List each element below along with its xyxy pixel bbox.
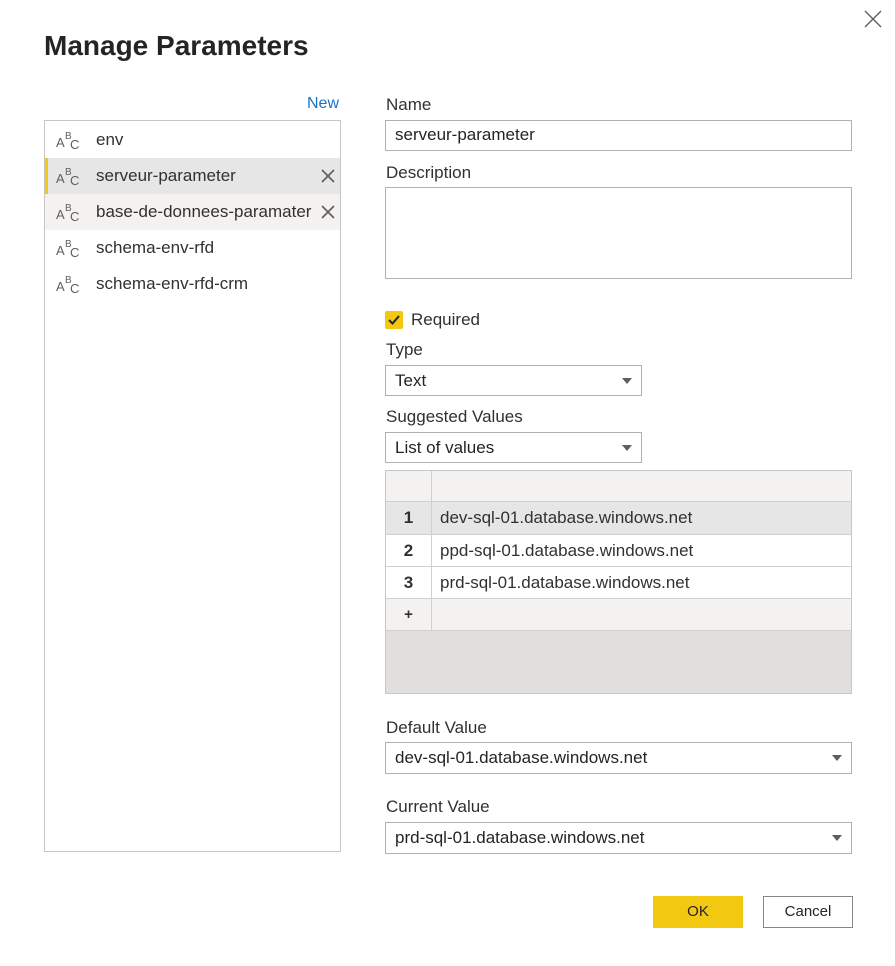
parameter-item-env[interactable]: ABC env (45, 122, 340, 158)
required-label: Required (411, 310, 480, 329)
parameter-list: ABC env ABC serveur-parameter ABC base-d… (44, 120, 341, 852)
table-row[interactable]: 2 ppd-sql-01.database.windows.net (386, 535, 851, 567)
parameter-label: schema-env-rfd (96, 238, 215, 257)
default-value-select[interactable]: dev-sql-01.database.windows.net (385, 742, 852, 774)
chevron-down-icon (622, 378, 632, 384)
current-value-select[interactable]: prd-sql-01.database.windows.net (385, 822, 852, 854)
add-row[interactable]: + (386, 599, 851, 631)
row-value[interactable]: dev-sql-01.database.windows.net (432, 502, 851, 535)
suggested-values-select[interactable]: List of values (385, 432, 642, 463)
suggested-values-select-value: List of values (395, 438, 495, 457)
abc-text-icon: ABC (56, 239, 80, 260)
current-value-select-value: prd-sql-01.database.windows.net (395, 828, 645, 847)
abc-text-icon: ABC (56, 167, 80, 188)
type-label: Type (386, 340, 423, 359)
description-input[interactable] (385, 187, 852, 279)
chevron-down-icon (832, 755, 842, 761)
chevron-down-icon (622, 445, 632, 451)
parameter-label: serveur-parameter (96, 166, 236, 185)
abc-text-icon: ABC (56, 275, 80, 296)
current-value-label: Current Value (386, 797, 490, 816)
parameter-label: schema-env-rfd-crm (96, 274, 249, 293)
abc-text-icon: ABC (56, 131, 80, 152)
close-icon[interactable] (862, 8, 884, 30)
table-header-cell (432, 471, 851, 502)
row-value[interactable]: prd-sql-01.database.windows.net (432, 567, 851, 599)
values-table: 1 dev-sql-01.database.windows.net 2 ppd-… (385, 470, 852, 694)
abc-text-icon: ABC (56, 203, 80, 224)
required-checkbox[interactable] (385, 311, 403, 329)
type-select-value: Text (395, 371, 427, 390)
parameter-item-schema-env-rfd[interactable]: ABC schema-env-rfd (45, 230, 340, 266)
dialog-title: Manage Parameters (44, 30, 309, 61)
cancel-button[interactable]: Cancel (763, 896, 853, 928)
parameter-item-serveur-parameter[interactable]: ABC serveur-parameter (45, 158, 340, 194)
delete-icon[interactable] (320, 204, 336, 220)
table-header-cell (386, 471, 432, 502)
checkmark-icon (388, 315, 400, 325)
parameter-item-schema-env-rfd-crm[interactable]: ABC schema-env-rfd-crm (45, 266, 340, 302)
chevron-down-icon (832, 835, 842, 841)
table-header-row (386, 471, 851, 502)
row-number: 3 (386, 567, 432, 599)
default-value-select-value: dev-sql-01.database.windows.net (395, 748, 648, 767)
suggested-values-label: Suggested Values (386, 407, 523, 426)
row-number: 1 (386, 502, 432, 535)
type-select[interactable]: Text (385, 365, 642, 396)
row-number: 2 (386, 535, 432, 567)
table-row[interactable]: 3 prd-sql-01.database.windows.net (386, 567, 851, 599)
new-parameter-link[interactable]: New (307, 95, 339, 113)
name-input[interactable]: serveur-parameter (385, 120, 852, 151)
add-row-icon[interactable]: + (386, 599, 432, 631)
ok-button[interactable]: OK (653, 896, 743, 928)
parameter-label: base-de-donnees-paramater (96, 202, 312, 221)
parameter-label: env (96, 130, 124, 149)
delete-icon[interactable] (320, 168, 336, 184)
add-row-value[interactable] (432, 599, 851, 631)
row-value[interactable]: ppd-sql-01.database.windows.net (432, 535, 851, 567)
description-label: Description (386, 163, 472, 182)
parameter-item-base-de-donnees-paramater[interactable]: ABC base-de-donnees-paramater (45, 194, 340, 230)
name-label: Name (386, 95, 432, 114)
default-value-label: Default Value (386, 718, 487, 737)
table-row[interactable]: 1 dev-sql-01.database.windows.net (386, 502, 851, 535)
